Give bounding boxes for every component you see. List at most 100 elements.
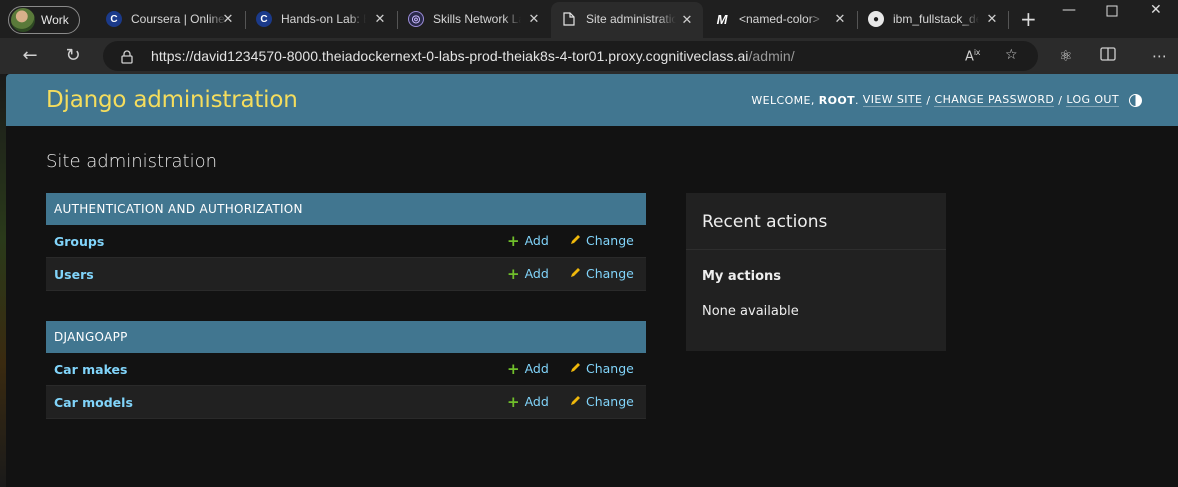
- model-row-car-makes: Car makes + Add Change: [46, 353, 646, 386]
- change-label: Change: [586, 361, 634, 376]
- app-module-auth: AUTHENTICATION AND AUTHORIZATION Groups …: [46, 193, 646, 291]
- browser-tab-strip: Work C Coursera | Online Courses ✕ C Han…: [0, 0, 1178, 38]
- tab-named-color[interactable]: M <named-color> ✕: [704, 4, 856, 34]
- close-icon[interactable]: ✕: [220, 11, 236, 27]
- browser-toolbar: ← ↻ https://david1234570-8000.theiadocke…: [0, 38, 1178, 74]
- tab-coursera[interactable]: C Coursera | Online Courses ✕: [96, 4, 244, 34]
- close-icon[interactable]: ✕: [679, 12, 695, 28]
- url-host: https://david1234570-8000.theiadockernex…: [151, 48, 749, 64]
- change-link-car-models[interactable]: Change: [570, 394, 634, 409]
- theme-toggle-icon[interactable]: [1129, 93, 1142, 107]
- more-options-icon[interactable]: ⋯: [1152, 47, 1167, 65]
- close-icon[interactable]: ✕: [526, 11, 542, 27]
- url-text[interactable]: https://david1234570-8000.theiadockernex…: [151, 48, 795, 64]
- page-title: Site administration: [46, 151, 218, 172]
- maximize-icon[interactable]: [1106, 0, 1118, 21]
- close-icon[interactable]: ✕: [832, 11, 848, 27]
- add-link-car-makes[interactable]: + Add: [507, 361, 549, 376]
- coursera-icon: C: [256, 11, 272, 27]
- tab-site-administration[interactable]: Site administration ✕: [551, 2, 703, 38]
- divider: [686, 249, 946, 250]
- app-caption[interactable]: DJANGOAPP: [46, 321, 646, 353]
- change-link-users[interactable]: Change: [570, 266, 634, 281]
- close-icon[interactable]: ✕: [372, 11, 388, 27]
- site-branding[interactable]: Django administration: [46, 87, 298, 113]
- tab-label: Coursera | Online Courses: [131, 12, 227, 26]
- user-tools: WELCOME, ROOT. VIEW SITE / CHANGE PASSWO…: [751, 93, 1142, 107]
- tab-separator: [1008, 11, 1009, 29]
- tab-skills-network[interactable]: ◎ Skills Network Labs ✕: [398, 4, 550, 34]
- plus-icon: +: [507, 392, 520, 411]
- separator: /: [926, 93, 931, 107]
- add-label: Add: [524, 394, 549, 409]
- username: ROOT: [818, 93, 855, 107]
- view-site-link[interactable]: VIEW SITE: [862, 93, 923, 107]
- close-icon[interactable]: ✕: [984, 11, 1000, 27]
- model-row-users: Users + Add Change: [46, 258, 646, 291]
- tab-hands-on-lab[interactable]: C Hands-on Lab: Build ✕: [246, 4, 396, 34]
- github-icon: ●: [868, 11, 884, 27]
- welcome-text: WELCOME,: [751, 93, 815, 107]
- profile-button[interactable]: Work: [8, 6, 80, 34]
- none-available-text: None available: [702, 304, 799, 319]
- coursera-icon: C: [106, 11, 122, 27]
- tab-label: Site administration: [586, 12, 676, 26]
- change-link-groups[interactable]: Change: [570, 233, 634, 248]
- minimize-icon[interactable]: —: [1062, 2, 1076, 18]
- skills-network-icon: ◎: [408, 11, 424, 27]
- mdn-icon: M: [716, 11, 728, 27]
- app-module-djangoapp: DJANGOAPP Car makes + Add Change Car mode…: [46, 321, 646, 419]
- separator: /: [1058, 93, 1063, 107]
- tab-label: Hands-on Lab: Build: [281, 12, 366, 26]
- app-caption[interactable]: AUTHENTICATION AND AUTHORIZATION: [46, 193, 646, 225]
- tab-github[interactable]: ● ibm_fullstack_developer ✕: [858, 4, 1008, 34]
- my-actions-heading: My actions: [702, 269, 782, 284]
- avatar: [11, 8, 35, 32]
- add-link-groups[interactable]: + Add: [507, 233, 549, 248]
- site-header: Django administration WELCOME, ROOT. VIE…: [6, 74, 1178, 126]
- change-label: Change: [586, 233, 634, 248]
- tab-label: <named-color>: [739, 12, 820, 26]
- address-bar[interactable]: https://david1234570-8000.theiadockernex…: [103, 41, 1038, 71]
- model-link-users[interactable]: Users: [54, 267, 94, 282]
- pencil-icon: [570, 233, 581, 248]
- model-link-car-makes[interactable]: Car makes: [54, 362, 127, 377]
- new-tab-button[interactable]: +: [1020, 9, 1037, 29]
- url-path: /admin/: [748, 48, 795, 64]
- add-link-car-models[interactable]: + Add: [507, 394, 549, 409]
- back-arrow-icon[interactable]: ←: [20, 46, 40, 66]
- pencil-icon: [570, 394, 581, 409]
- plus-icon: +: [507, 359, 520, 378]
- pencil-icon: [570, 361, 581, 376]
- change-password-link[interactable]: CHANGE PASSWORD: [934, 93, 1055, 107]
- refresh-icon[interactable]: ↻: [63, 46, 83, 66]
- change-label: Change: [586, 394, 634, 409]
- model-row-groups: Groups + Add Change: [46, 225, 646, 258]
- recent-actions-title: Recent actions: [702, 212, 828, 232]
- django-admin-page: Django administration WELCOME, ROOT. VIE…: [6, 74, 1178, 487]
- profile-label: Work: [41, 13, 69, 27]
- document-icon: [561, 11, 577, 27]
- model-link-car-models[interactable]: Car models: [54, 395, 133, 410]
- tab-label: Skills Network Labs: [433, 12, 521, 26]
- plus-icon: +: [507, 231, 520, 250]
- add-link-users[interactable]: + Add: [507, 266, 549, 281]
- tab-label: ibm_fullstack_developer: [893, 12, 979, 26]
- log-out-link[interactable]: LOG OUT: [1066, 93, 1119, 107]
- pencil-icon: [570, 266, 581, 281]
- add-label: Add: [524, 266, 549, 281]
- favorite-star-icon[interactable]: ☆: [1005, 47, 1018, 63]
- extension-icon[interactable]: ⚛: [1059, 47, 1072, 65]
- read-aloud-icon[interactable]: Aⅸ: [965, 48, 980, 64]
- change-link-car-makes[interactable]: Change: [570, 361, 634, 376]
- window-close-icon[interactable]: ✕: [1150, 2, 1162, 18]
- lock-icon[interactable]: [121, 49, 133, 68]
- change-label: Change: [586, 266, 634, 281]
- add-label: Add: [524, 233, 549, 248]
- split-screen-icon[interactable]: [1100, 46, 1116, 66]
- add-label: Add: [524, 361, 549, 376]
- model-row-car-models: Car models + Add Change: [46, 386, 646, 419]
- recent-actions-panel: Recent actions My actions None available: [686, 193, 946, 351]
- model-link-groups[interactable]: Groups: [54, 234, 104, 249]
- plus-icon: +: [507, 264, 520, 283]
